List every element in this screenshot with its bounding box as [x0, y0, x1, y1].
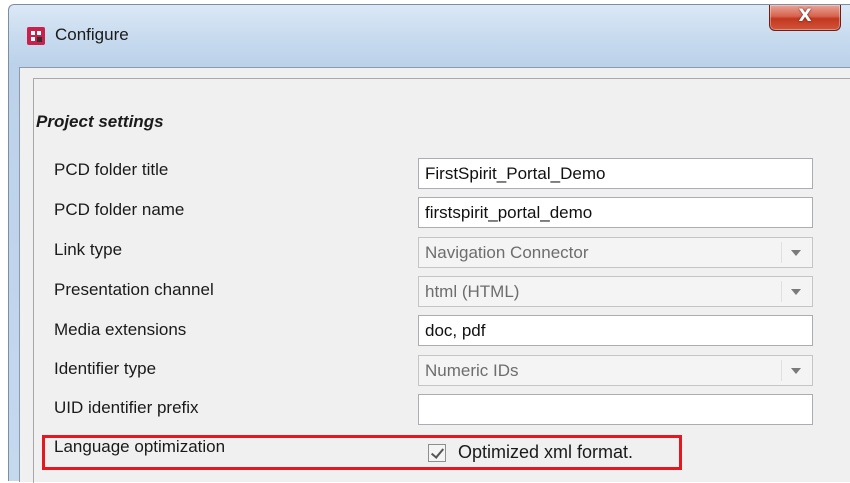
presentation-channel-select[interactable]: html (HTML) [418, 276, 813, 307]
window-title: Configure [55, 25, 129, 44]
pcd-folder-name-label: PCD folder name [54, 200, 185, 219]
close-button[interactable]: X [769, 5, 841, 31]
presentation-channel-label: Presentation channel [54, 280, 214, 299]
pcd-folder-name-input[interactable] [418, 197, 813, 228]
identifier-type-select[interactable]: Numeric IDs [418, 355, 813, 386]
app-icon [27, 27, 45, 45]
uid-identifier-prefix-input[interactable] [418, 394, 813, 425]
chevron-down-icon[interactable] [781, 242, 808, 263]
link-type-label: Link type [54, 240, 123, 259]
pcd-folder-title-label: PCD folder title [54, 160, 169, 179]
pcd-folder-title-input[interactable] [418, 158, 813, 189]
presentation-channel-value: html (HTML) [425, 282, 520, 301]
identifier-type-value: Numeric IDs [425, 361, 519, 380]
link-type-select[interactable]: Navigation Connector [418, 237, 813, 268]
link-type-value: Navigation Connector [425, 243, 589, 262]
language-optimization-label: Language optimization [54, 437, 226, 456]
chevron-down-icon[interactable] [781, 360, 808, 381]
identifier-type-label: Identifier type [54, 359, 157, 378]
optimized-xml-checkbox-label[interactable]: Optimized xml format. [458, 442, 633, 463]
section-title: Project settings [36, 112, 164, 131]
media-extensions-input[interactable] [418, 315, 813, 346]
optimized-xml-checkbox[interactable] [428, 444, 446, 462]
close-icon: X [798, 6, 812, 26]
media-extensions-label: Media extensions [54, 320, 187, 339]
uid-identifier-prefix-label: UID identifier prefix [54, 398, 199, 417]
chevron-down-icon[interactable] [781, 281, 808, 302]
title-bar: Configure X [9, 5, 850, 61]
